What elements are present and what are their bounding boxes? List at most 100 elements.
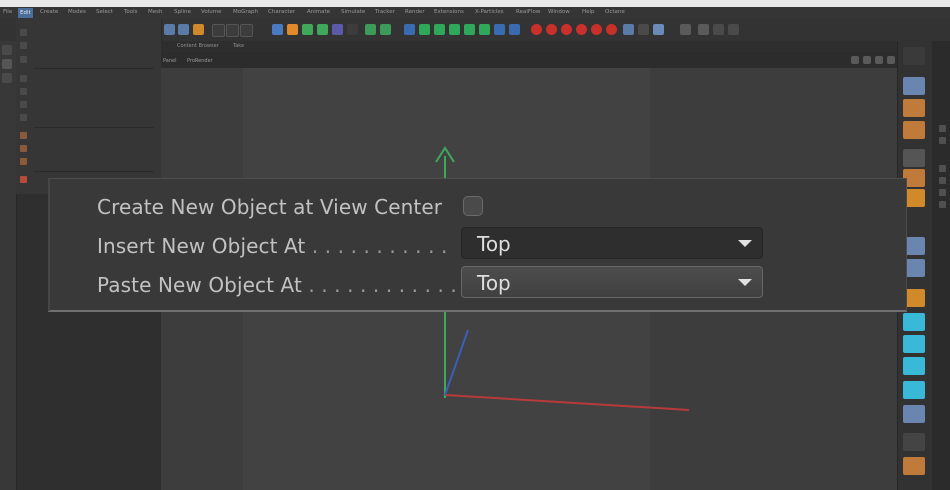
pen-icon[interactable]	[287, 24, 298, 35]
attribute-icon[interactable]	[939, 189, 946, 196]
menu-item-undo[interactable]	[20, 28, 156, 37]
viewport-solo-icon[interactable]	[903, 47, 925, 65]
menu-create[interactable]: Create	[40, 9, 58, 15]
create-at-view-center-checkbox[interactable]	[463, 196, 483, 216]
menu-help[interactable]: Help	[582, 9, 595, 15]
render-settings-icon[interactable]	[240, 24, 253, 37]
insert-object-select[interactable]: Top	[461, 227, 763, 259]
undo-icon	[20, 29, 27, 36]
menu-render[interactable]: Render	[405, 9, 425, 15]
octane-render-icon[interactable]	[623, 24, 634, 35]
menu-select[interactable]: Select	[96, 9, 113, 15]
menu-octane[interactable]: Octane	[605, 9, 625, 15]
viewport-rotate-icon[interactable]	[863, 56, 871, 64]
move-tool-icon[interactable]	[164, 24, 175, 35]
octane-settings-icon[interactable]	[713, 24, 724, 35]
attribute-icon[interactable]	[939, 125, 946, 132]
menu-item-paste[interactable]	[20, 100, 156, 109]
symmetry-icon[interactable]	[903, 381, 925, 399]
paste-object-select[interactable]: Top	[461, 266, 763, 298]
quantize-icon[interactable]	[903, 335, 925, 353]
x-particles-emitter-icon[interactable]	[404, 24, 415, 35]
x-particles-modifier-icon[interactable]	[434, 24, 445, 35]
realflow-icon-5[interactable]	[591, 24, 602, 35]
menu-item-project-settings[interactable]	[20, 131, 156, 140]
realflow-icon-3[interactable]	[561, 24, 572, 35]
attribute-icon[interactable]	[939, 137, 946, 144]
paint-icon[interactable]	[903, 433, 925, 451]
bodypaint-icon[interactable]	[903, 457, 925, 475]
viewport-move-icon[interactable]	[851, 56, 859, 64]
menu-extensions[interactable]: Extensions	[434, 9, 464, 15]
attribute-manager-edge	[932, 41, 950, 490]
edges-mode-icon[interactable]	[903, 99, 925, 117]
realflow-icon-4[interactable]	[576, 24, 587, 35]
octane-environment-icon[interactable]	[698, 24, 709, 35]
x-particles-cache-icon[interactable]	[464, 24, 475, 35]
menu-animate[interactable]: Animate	[307, 9, 330, 15]
live-select-icon[interactable]	[193, 24, 204, 35]
planar-workplane-icon[interactable]	[903, 313, 925, 331]
render-region-icon[interactable]	[212, 24, 225, 37]
menu-edit[interactable]: Edit	[18, 8, 33, 18]
cloner-icon[interactable]	[317, 24, 328, 35]
menu-window[interactable]: Window	[548, 9, 570, 15]
menu-file[interactable]: File	[3, 9, 12, 15]
texture-mode-icon[interactable]	[2, 73, 12, 83]
menu-item-undo-action[interactable]	[20, 55, 156, 64]
x-particles-question-icon[interactable]	[449, 24, 460, 35]
scene-icon[interactable]	[365, 24, 376, 35]
model-mode-icon[interactable]	[2, 59, 12, 69]
cube-icon[interactable]	[272, 24, 283, 35]
menu-realflow[interactable]: RealFlow	[516, 9, 540, 15]
viewport-menu-prorender[interactable]: ProRender	[187, 58, 213, 64]
x-particles-group-icon[interactable]	[494, 24, 505, 35]
attribute-icon[interactable]	[939, 201, 946, 208]
deformer-icon[interactable]	[332, 24, 343, 35]
menu-mograph[interactable]: MoGraph	[233, 9, 258, 15]
octane-extra-icon[interactable]	[728, 24, 739, 35]
menu-spline[interactable]: Spline	[174, 9, 191, 15]
viewport-zoom-icon[interactable]	[875, 56, 883, 64]
make-editable-icon[interactable]	[2, 45, 12, 55]
menu-volume[interactable]: Volume	[201, 9, 221, 15]
viewport-menu-panel[interactable]: Panel	[163, 58, 177, 64]
realflow-icon-6[interactable]	[606, 24, 617, 35]
menu-item-scale-project[interactable]	[20, 157, 156, 166]
menu-modes[interactable]: Modes	[68, 9, 86, 15]
menu-item-copy[interactable]	[20, 87, 156, 96]
realflow-icon-2[interactable]	[546, 24, 557, 35]
x-particles-settings-icon[interactable]	[509, 24, 520, 35]
menu-x-particles[interactable]: X-Particles	[475, 9, 504, 15]
render-view-icon[interactable]	[226, 24, 239, 37]
sculpt-icon[interactable]	[903, 405, 925, 423]
menu-tools[interactable]: Tools	[124, 9, 138, 15]
guide-icon[interactable]	[903, 357, 925, 375]
subdivision-icon[interactable]	[302, 24, 313, 35]
attribute-icon[interactable]	[939, 165, 946, 172]
camera-icon[interactable]	[380, 24, 391, 35]
realflow-icon-1[interactable]	[531, 24, 542, 35]
polygons-mode-icon[interactable]	[903, 121, 925, 139]
field-icon[interactable]	[347, 24, 358, 35]
points-mode-icon[interactable]	[903, 77, 925, 95]
menu-item-cut[interactable]	[20, 74, 156, 83]
menu-item-delete[interactable]	[20, 113, 156, 122]
menu-character[interactable]: Character	[268, 9, 295, 15]
menu-simulate[interactable]: Simulate	[341, 9, 365, 15]
viewport-maximize-icon[interactable]	[887, 56, 895, 64]
x-particles-plus-icon[interactable]	[419, 24, 430, 35]
menu-tracker[interactable]: Tracker	[375, 9, 395, 15]
attribute-icon[interactable]	[939, 177, 946, 184]
x-particles-domain-icon[interactable]	[479, 24, 490, 35]
menu-item-redo[interactable]	[20, 41, 156, 50]
tab-take[interactable]: Take	[233, 43, 244, 49]
scale-tool-icon[interactable]	[178, 24, 189, 35]
octane-material-icon[interactable]	[680, 24, 691, 35]
menu-mesh[interactable]: Mesh	[148, 9, 162, 15]
menu-item-project-info[interactable]	[20, 144, 156, 153]
octane-light-icon[interactable]	[653, 24, 664, 35]
tab-content-browser[interactable]: Content Browser	[177, 43, 219, 49]
uv-mode-icon[interactable]	[903, 149, 925, 167]
octane-camera-icon[interactable]	[638, 24, 649, 35]
